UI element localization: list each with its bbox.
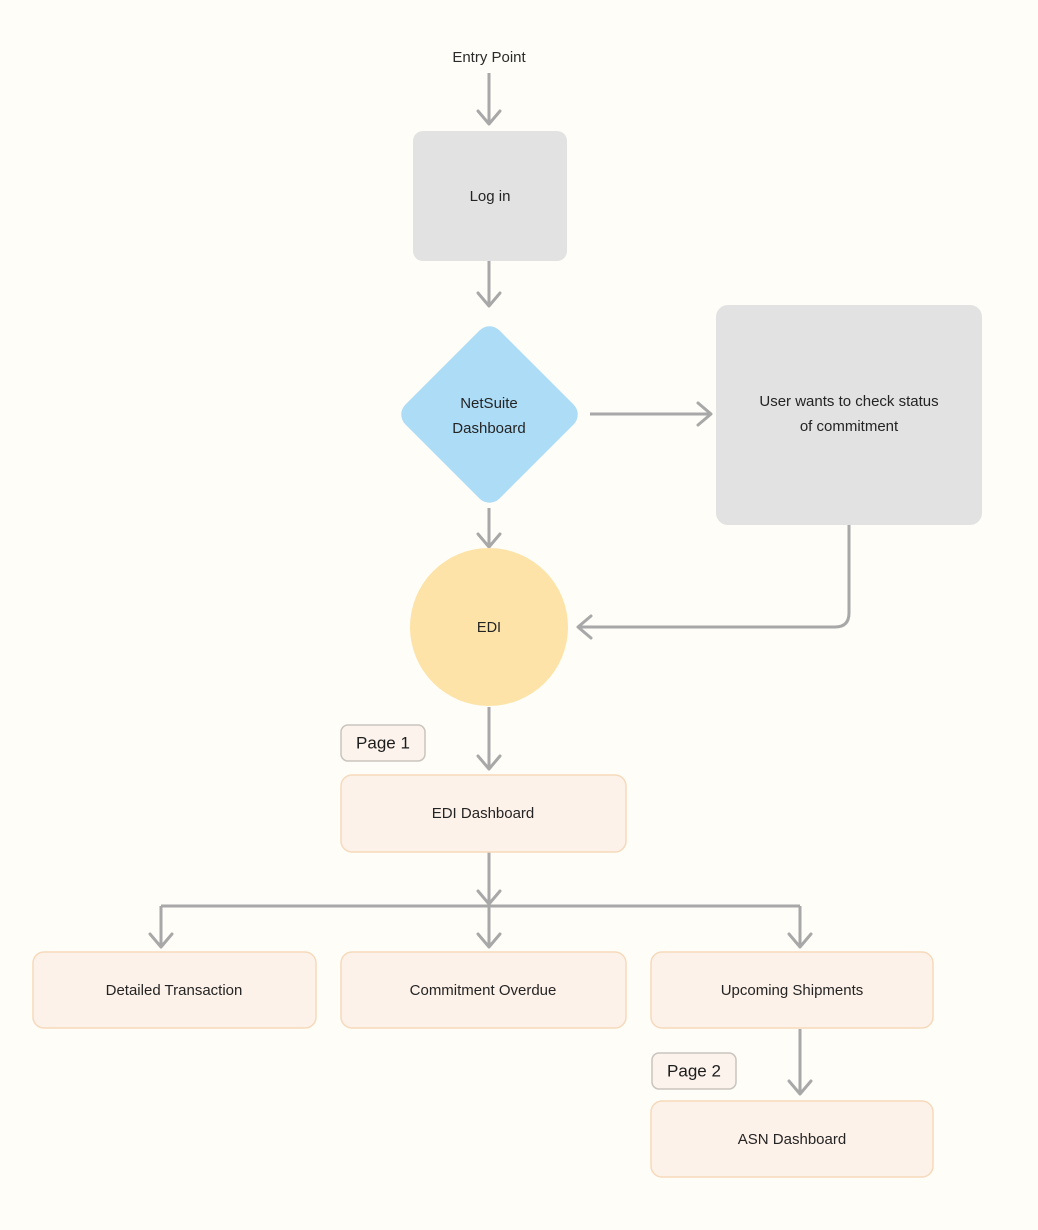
flowchart-canvas: Entry Point Log in NetSuite Dashboard Us… bbox=[0, 0, 1038, 1230]
edge-branch-to-commitment-overdue bbox=[476, 906, 502, 949]
edge-edi-to-edidashboard bbox=[476, 707, 502, 771]
page-tag-2-label: Page 2 bbox=[667, 1061, 721, 1080]
edge-login-to-netsuite bbox=[476, 261, 502, 308]
node-check-status[interactable]: User wants to check status of commitment bbox=[716, 305, 982, 525]
entry-point-label: Entry Point bbox=[452, 49, 526, 66]
detailed-transaction-label: Detailed Transaction bbox=[106, 982, 243, 999]
node-upcoming-shipments[interactable]: Upcoming Shipments bbox=[650, 951, 934, 1029]
flowchart-svg: Entry Point Log in NetSuite Dashboard Us… bbox=[32, 49, 982, 1178]
node-edi[interactable]: EDI bbox=[410, 548, 568, 706]
node-entry-point: Entry Point bbox=[452, 49, 526, 66]
edge-netsuite-to-edi bbox=[476, 508, 502, 549]
edge-branch-to-detailed-transaction bbox=[148, 906, 174, 949]
edge-upcoming-to-asn bbox=[787, 1029, 813, 1096]
page-tag-2: Page 2 bbox=[651, 1052, 737, 1090]
netsuite-dashboard-label-line2: Dashboard bbox=[452, 420, 525, 437]
node-netsuite-dashboard[interactable]: NetSuite Dashboard bbox=[395, 320, 583, 508]
edi-label: EDI bbox=[477, 620, 501, 636]
check-status-box[interactable] bbox=[716, 305, 982, 525]
edge-entry-to-login bbox=[476, 73, 502, 126]
check-status-label-line2: of commitment bbox=[800, 418, 899, 435]
edi-dashboard-label: EDI Dashboard bbox=[432, 805, 535, 822]
node-detailed-transaction[interactable]: Detailed Transaction bbox=[32, 951, 317, 1029]
commitment-overdue-label: Commitment Overdue bbox=[410, 982, 557, 999]
netsuite-dashboard-diamond[interactable] bbox=[395, 320, 583, 508]
asn-dashboard-label: ASN Dashboard bbox=[738, 1131, 846, 1148]
page-tag-1-label: Page 1 bbox=[356, 733, 410, 752]
node-edi-dashboard[interactable]: EDI Dashboard bbox=[340, 774, 627, 853]
edge-checkstatus-to-edi bbox=[576, 525, 851, 640]
edge-edidashboard-branch-bus bbox=[161, 852, 800, 908]
edge-branch-to-upcoming-shipments bbox=[787, 906, 813, 949]
netsuite-dashboard-label-line1: NetSuite bbox=[460, 395, 518, 412]
login-label: Log in bbox=[470, 188, 511, 205]
node-login[interactable]: Log in bbox=[413, 131, 567, 261]
upcoming-shipments-label: Upcoming Shipments bbox=[721, 982, 864, 999]
node-asn-dashboard[interactable]: ASN Dashboard bbox=[650, 1100, 934, 1178]
node-commitment-overdue[interactable]: Commitment Overdue bbox=[340, 951, 627, 1029]
check-status-label-line1: User wants to check status bbox=[759, 393, 938, 410]
page-tag-1: Page 1 bbox=[340, 724, 426, 762]
edge-netsuite-to-checkstatus bbox=[590, 401, 713, 427]
